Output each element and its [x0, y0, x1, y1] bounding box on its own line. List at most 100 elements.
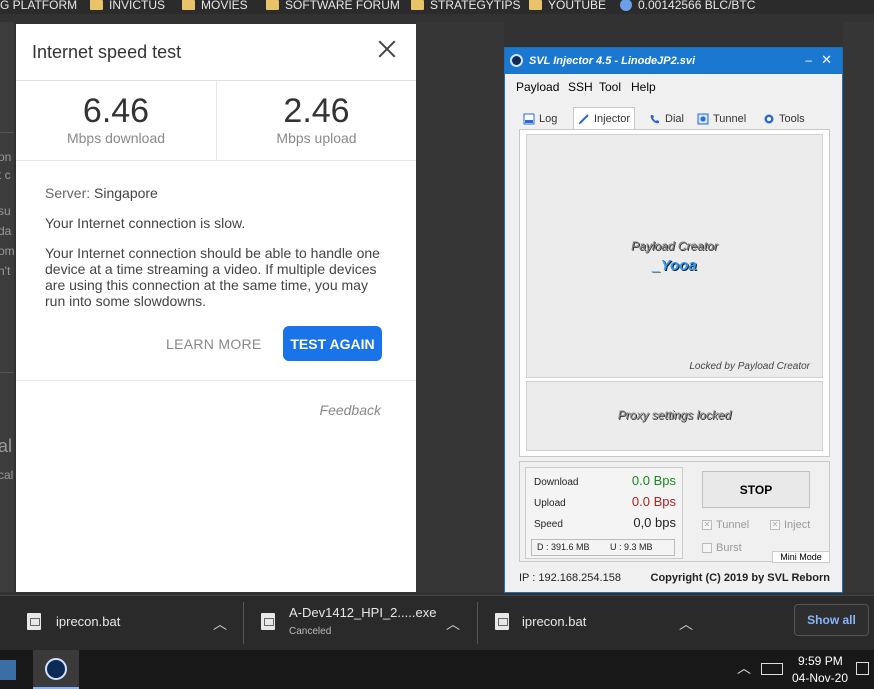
svl-injector-window: SVL Injector 4.5 - LinodeJP2.svi – ✕ Pay… [504, 47, 843, 593]
test-again-button[interactable]: TEST AGAIN [283, 326, 382, 361]
bookmark-g-platform[interactable]: G PLATFORM [0, 0, 77, 13]
syringe-icon [578, 113, 589, 124]
page-text-fragment: al [0, 436, 13, 456]
bookmark-blc-btc[interactable]: 0.00142566 BLC/BTC [620, 0, 755, 13]
payload-area: Payload Creator _Yooa Locked by Payload … [526, 134, 823, 378]
download-status: Canceled [289, 626, 332, 637]
bookmark-software-forum[interactable]: SOFTWARE FORUM [266, 0, 400, 13]
tray-expand-icon[interactable]: ︿ [737, 658, 751, 678]
speed-label: Speed [534, 519, 563, 530]
bookmark-youtube[interactable]: YOUTUBE [529, 0, 606, 13]
download-item[interactable]: iprecon.bat ︿ [478, 596, 711, 651]
clock-date[interactable]: 04-Nov-20 [792, 671, 848, 685]
taskbar-svl-app[interactable] [33, 650, 79, 689]
page-text-fragment: t c [0, 168, 11, 182]
feedback-link[interactable]: Feedback [320, 402, 381, 418]
download-filename: iprecon.bat [56, 614, 121, 629]
tab-label: Log [539, 113, 558, 125]
bookmark-strategytips[interactable]: STRATEGYTIPS [411, 0, 520, 13]
notification-icon[interactable] [856, 662, 869, 675]
traffic-panel: Download 0.0 Bps Upload 0.0 Bps Speed 0,… [525, 467, 683, 559]
background-page: on t c su da om n't al cal [0, 22, 14, 592]
page-text-fragment: da [0, 224, 12, 238]
menu-ssh[interactable]: SSH [568, 80, 593, 94]
download-item[interactable]: A-Dev1412_HPI_2.....exe Canceled ︿ [244, 596, 477, 651]
server-line: Server: Singapore [45, 185, 390, 201]
exe-file-icon [261, 613, 275, 630]
locked-by-label: Locked by Payload Creator [689, 361, 810, 372]
menu-help[interactable]: Help [631, 80, 656, 94]
bookmark-invictus[interactable]: INVICTUS [90, 0, 165, 13]
close-icon[interactable] [376, 38, 398, 60]
bookmark-label: YOUTUBE [548, 0, 607, 12]
data-totals: D : 391.6 MB U : 9.3 MB [531, 539, 675, 556]
bookmark-label: 0.00142566 BLC/BTC [638, 0, 756, 12]
tools-icon [764, 114, 774, 124]
tab-injector[interactable]: Injector [573, 107, 636, 129]
divider [16, 380, 416, 381]
page-text-fragment: n't [0, 264, 11, 278]
upload-speed-value: 2.46 [283, 92, 350, 130]
download-total: D : 391.6 MB [537, 542, 590, 552]
upload-label: Upload [534, 498, 566, 509]
clock-time[interactable]: 9:59 PM [798, 654, 843, 668]
stop-button[interactable]: STOP [702, 471, 810, 508]
upload-rate: 0.0 Bps [631, 494, 676, 509]
proxy-area: Proxy settings locked [526, 381, 823, 451]
copyright-text: Copyright (C) 2019 by SVL Reborn [650, 572, 831, 584]
menu-tool[interactable]: Tool [599, 80, 621, 94]
bookmark-label: INVICTUS [109, 0, 166, 12]
upload-total: U : 9.3 MB [610, 542, 653, 552]
tab-label: Tunnel [713, 113, 747, 125]
taskbar-app-icon[interactable] [0, 660, 16, 680]
tab-tunnel[interactable]: Tunnel [697, 109, 746, 129]
chevron-up-icon[interactable]: ︿ [679, 614, 693, 634]
burst-checkbox[interactable]: Burst [702, 542, 742, 554]
minimize-button[interactable]: – [805, 53, 812, 67]
tab-dial[interactable]: Dial [649, 109, 684, 129]
download-result: 6.46 Mbps download [16, 81, 216, 160]
chevron-up-icon[interactable]: ︿ [446, 614, 460, 634]
download-filename: A-Dev1412_HPI_2.....exe [289, 605, 437, 620]
inject-checkbox[interactable]: ✕ Inject [770, 519, 810, 531]
tab-label: Tools [779, 113, 805, 125]
tab-tools[interactable]: Tools [763, 109, 805, 129]
page-text-fragment: su [0, 204, 11, 218]
show-all-button[interactable]: Show all [794, 604, 869, 636]
bat-file-icon [495, 613, 509, 630]
tunnel-checkbox[interactable]: ✕ Tunnel [702, 519, 749, 531]
page-text-fragment: cal [0, 468, 14, 482]
server-value: Singapore [94, 185, 158, 201]
download-item[interactable]: iprecon.bat ︿ [0, 596, 243, 651]
svl-logo-icon [45, 658, 67, 680]
detail-message: Your Internet connection should be able … [45, 245, 380, 309]
close-button[interactable]: ✕ [821, 52, 832, 68]
checkbox-label: Tunnel [716, 519, 750, 531]
download-rate: 0.0 Bps [631, 473, 676, 488]
bookmark-movies[interactable]: MOVIES [182, 0, 248, 13]
tab-log[interactable]: Log [523, 109, 557, 129]
menu-payload[interactable]: Payload [516, 80, 559, 94]
folder-icon [182, 0, 195, 10]
log-icon [523, 113, 535, 125]
svl-titlebar[interactable]: SVL Injector 4.5 - LinodeJP2.svi – ✕ [505, 48, 842, 74]
download-speed-value: 6.46 [82, 92, 150, 130]
mini-mode-button[interactable]: Mini Mode [772, 551, 830, 563]
chevron-up-icon[interactable]: ︿ [213, 614, 227, 634]
svl-tabs: Log Injector Dial Tunnel Tools [519, 107, 829, 129]
checkbox-icon [702, 543, 712, 553]
bookmarks-bar: G PLATFORM INVICTUS MOVIES SOFTWARE FORU… [0, 0, 874, 14]
phone-icon [650, 115, 659, 124]
page-text-fragment: on [0, 150, 12, 164]
svl-window-title: SVL Injector 4.5 - LinodeJP2.svi [529, 55, 696, 67]
background-page [843, 22, 874, 592]
divider [0, 372, 14, 373]
learn-more-link[interactable]: LEARN MORE [166, 336, 262, 352]
bookmark-label: MOVIES [201, 0, 248, 12]
divider [0, 132, 14, 133]
upload-result: 2.46 Mbps upload [216, 81, 416, 160]
speed-rate: 0,0 bps [633, 515, 676, 530]
keyboard-icon[interactable] [761, 663, 783, 675]
checkbox-icon: ✕ [770, 520, 780, 530]
slow-message: Your Internet connection is slow. [45, 215, 246, 231]
